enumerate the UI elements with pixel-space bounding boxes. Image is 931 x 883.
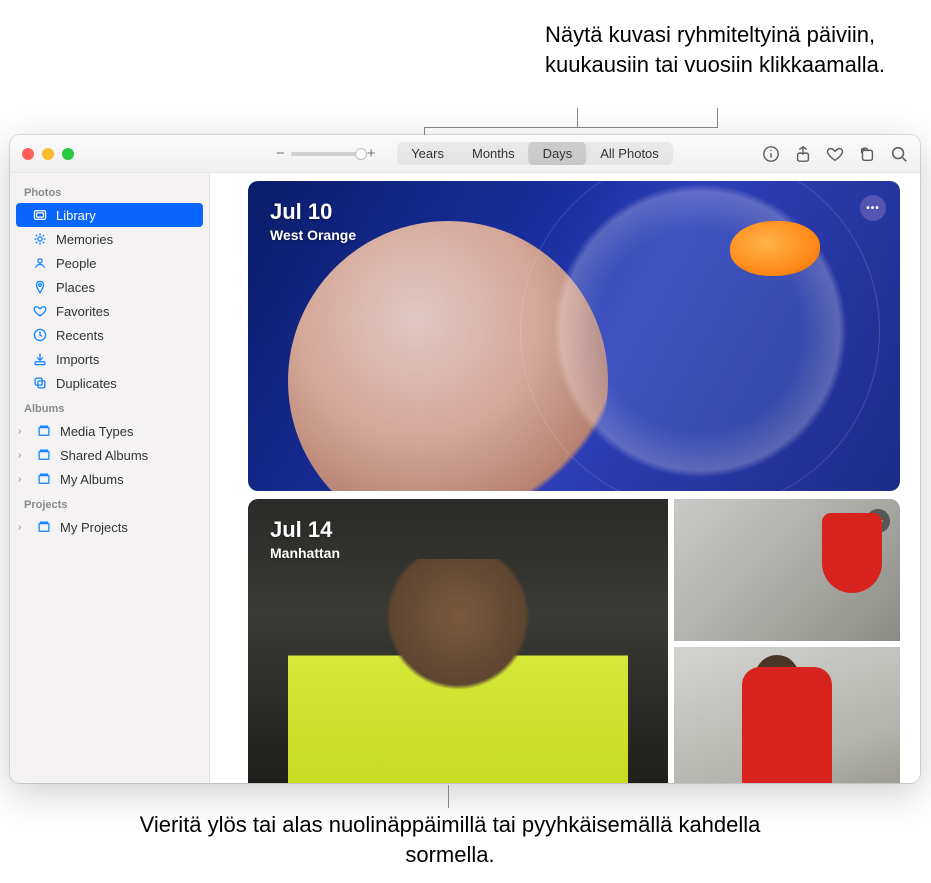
- chevron-right-icon[interactable]: ›: [18, 450, 28, 461]
- sidebar: Photos Library Memories People Places Fa…: [10, 173, 210, 783]
- album-icon: [36, 447, 52, 463]
- day-header: Jul 14 Manhattan: [270, 517, 340, 561]
- zoom-out-icon[interactable]: −: [276, 145, 285, 162]
- day-date: Jul 14: [270, 517, 340, 543]
- sidebar-heading-projects: Projects: [10, 491, 209, 515]
- chevron-right-icon[interactable]: ›: [18, 522, 28, 533]
- titlebar: − + Years Months Days All Photos: [10, 135, 920, 173]
- duplicates-icon: [32, 375, 48, 391]
- more-button[interactable]: •••: [860, 195, 886, 221]
- info-icon[interactable]: [762, 145, 780, 163]
- callout-connector: [717, 108, 718, 128]
- zoom-in-icon[interactable]: +: [367, 145, 376, 162]
- sidebar-item-label: People: [56, 256, 96, 271]
- segment-all-photos[interactable]: All Photos: [586, 142, 673, 165]
- day-card: Jul 14 Manhattan •••: [248, 499, 900, 783]
- sidebar-item-label: Shared Albums: [60, 448, 148, 463]
- sidebar-item-my-projects[interactable]: › My Projects: [10, 515, 209, 539]
- minimize-window-button[interactable]: [42, 148, 54, 160]
- sidebar-item-label: Imports: [56, 352, 99, 367]
- day-date: Jul 10: [270, 199, 356, 225]
- album-icon: [36, 471, 52, 487]
- content-area[interactable]: Jul 10 West Orange ••• Jul 14 Manhattan …: [210, 173, 920, 783]
- photo-thumbnail[interactable]: [520, 181, 880, 491]
- clock-icon: [32, 327, 48, 343]
- callout-connector: [424, 127, 717, 128]
- day-location: Manhattan: [270, 545, 340, 561]
- callout-top: Näytä kuvasi ryhmiteltyinä päiviin, kuuk…: [545, 20, 925, 79]
- places-icon: [32, 279, 48, 295]
- chevron-right-icon[interactable]: ›: [18, 426, 28, 437]
- project-icon: [36, 519, 52, 535]
- photo-thumbnail[interactable]: Jul 14 Manhattan: [248, 499, 668, 783]
- sidebar-item-memories[interactable]: Memories: [10, 227, 209, 251]
- sidebar-item-media-types[interactable]: › Media Types: [10, 419, 209, 443]
- view-segmented-control: Years Months Days All Photos: [397, 142, 673, 165]
- favorite-icon[interactable]: [826, 145, 844, 163]
- sidebar-heading-albums: Albums: [10, 395, 209, 419]
- sidebar-item-label: Memories: [56, 232, 113, 247]
- toolbar-right: [762, 145, 908, 163]
- sidebar-item-label: Library: [56, 208, 96, 223]
- sidebar-item-label: Duplicates: [56, 376, 117, 391]
- sidebar-item-imports[interactable]: Imports: [10, 347, 209, 371]
- sidebar-item-label: Places: [56, 280, 95, 295]
- sidebar-item-duplicates[interactable]: Duplicates: [10, 371, 209, 395]
- heart-icon: [32, 303, 48, 319]
- sidebar-item-label: Media Types: [60, 424, 133, 439]
- zoom-slider-knob[interactable]: [355, 148, 367, 160]
- sidebar-item-my-albums[interactable]: › My Albums: [10, 467, 209, 491]
- segment-days[interactable]: Days: [529, 142, 587, 165]
- photo-thumbnail[interactable]: [674, 647, 900, 783]
- more-button[interactable]: •••: [866, 509, 890, 533]
- callout-connector: [577, 108, 578, 128]
- day-header: Jul 10 West Orange: [270, 199, 356, 243]
- rotate-icon[interactable]: [858, 145, 876, 163]
- sidebar-item-people[interactable]: People: [10, 251, 209, 275]
- photos-window: − + Years Months Days All Photos: [10, 135, 920, 783]
- fullscreen-window-button[interactable]: [62, 148, 74, 160]
- day-location: West Orange: [270, 227, 356, 243]
- photo-thumbnail[interactable]: •••: [674, 499, 900, 641]
- close-window-button[interactable]: [22, 148, 34, 160]
- sidebar-item-label: My Albums: [60, 472, 124, 487]
- segment-years[interactable]: Years: [397, 142, 458, 165]
- sidebar-item-recents[interactable]: Recents: [10, 323, 209, 347]
- sidebar-item-library[interactable]: Library: [16, 203, 203, 227]
- sidebar-heading-photos: Photos: [10, 179, 209, 203]
- segment-months[interactable]: Months: [458, 142, 529, 165]
- search-icon[interactable]: [890, 145, 908, 163]
- sidebar-item-label: My Projects: [60, 520, 128, 535]
- callout-bottom: Vieritä ylös tai alas nuolinäppäimillä t…: [110, 810, 790, 869]
- day-card[interactable]: Jul 10 West Orange •••: [248, 181, 900, 491]
- callout-connector: [448, 785, 449, 808]
- window-controls: [22, 148, 74, 160]
- import-icon: [32, 351, 48, 367]
- sidebar-item-label: Favorites: [56, 304, 109, 319]
- album-icon: [36, 423, 52, 439]
- sidebar-item-shared-albums[interactable]: › Shared Albums: [10, 443, 209, 467]
- chevron-right-icon[interactable]: ›: [18, 474, 28, 485]
- sidebar-item-places[interactable]: Places: [10, 275, 209, 299]
- sidebar-item-favorites[interactable]: Favorites: [10, 299, 209, 323]
- zoom-slider-group: − +: [276, 145, 376, 162]
- people-icon: [32, 255, 48, 271]
- share-icon[interactable]: [794, 145, 812, 163]
- memories-icon: [32, 231, 48, 247]
- library-icon: [32, 207, 48, 223]
- sidebar-item-label: Recents: [56, 328, 104, 343]
- zoom-slider[interactable]: [291, 152, 361, 156]
